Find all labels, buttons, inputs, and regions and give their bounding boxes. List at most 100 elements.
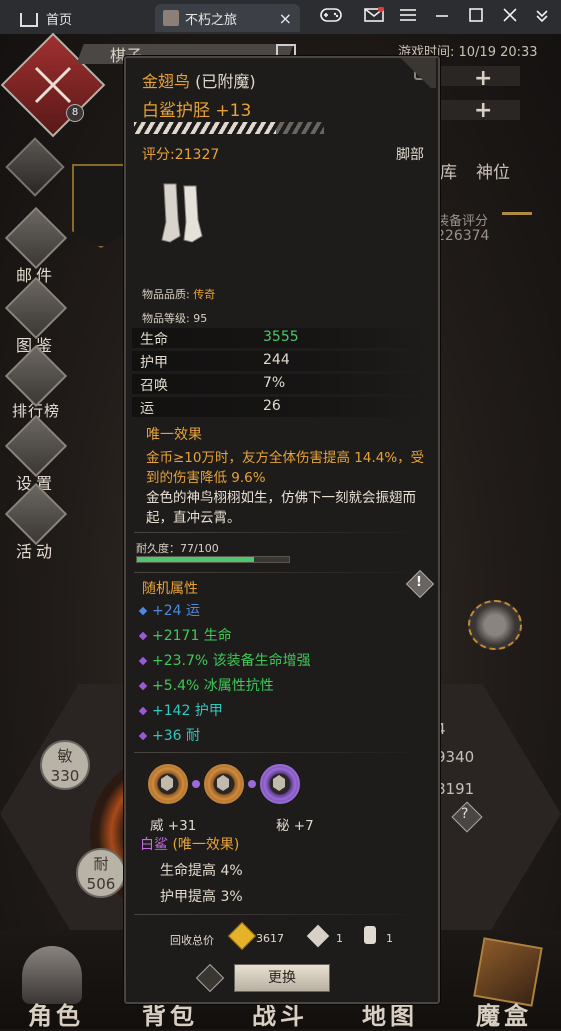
winged-emblem-icon[interactable]: [468, 600, 522, 650]
replace-button[interactable]: 更换: [234, 964, 330, 992]
stat-value: 3555: [263, 329, 299, 345]
random-attr-title: 随机属性: [142, 581, 198, 597]
stat-name: 召唤: [140, 378, 168, 394]
side-diamond-top[interactable]: [5, 137, 65, 197]
share-icon[interactable]: [195, 963, 225, 993]
banner-left: [72, 164, 130, 248]
side-events[interactable]: 活动: [4, 482, 68, 562]
replace-button-label: 更换: [268, 970, 296, 986]
quality-value: 传奇: [193, 288, 216, 301]
divider: [134, 914, 424, 915]
gem-socket-icon[interactable]: [204, 764, 244, 804]
divider: [134, 572, 424, 573]
activity-icon: [4, 482, 68, 546]
stat-row: 生命 3555: [132, 328, 432, 348]
nav-magicbox[interactable]: 魔盒: [476, 996, 532, 1031]
minimize-icon[interactable]: [432, 7, 452, 27]
collapse-icon[interactable]: [532, 7, 552, 27]
item-flavor-text: 金色的神鸟栩栩如生，仿佛下一刻就会振翅而起，直冲云霄。: [146, 490, 416, 526]
item-slot: 脚部: [396, 147, 424, 163]
stat-name: 运: [140, 401, 154, 417]
item-owner-line: 金翅鸟 (已附魔): [142, 68, 256, 92]
plus-icon[interactable]: +: [474, 66, 492, 91]
side-mail[interactable]: 邮件: [4, 206, 68, 286]
warning-icon-mark: !: [416, 575, 422, 590]
maximize-icon[interactable]: [466, 7, 486, 27]
recycle-label: 回收总价: [170, 934, 214, 947]
recycle-material-b: 1: [386, 932, 393, 945]
recycle-gold: 3617: [256, 932, 284, 945]
item-enchant: (已附魔): [195, 72, 256, 91]
enhance-stripes-dim: [276, 122, 324, 134]
corner-fold: [396, 58, 436, 88]
mail-icon[interactable]: [364, 6, 384, 27]
random-attr-text: +2171 生命: [152, 628, 232, 644]
gem-socket-icon[interactable]: [260, 764, 300, 804]
attr-stamina-label: 耐: [93, 855, 109, 873]
stat-value: 7%: [263, 375, 286, 391]
stat-row: 召唤 7%: [132, 374, 432, 394]
scroll-icon: [364, 926, 376, 944]
nav-character[interactable]: 角色: [28, 996, 84, 1031]
tab-shenwei[interactable]: 神位: [476, 158, 510, 183]
gem-socket-icon[interactable]: [148, 764, 188, 804]
random-attr: +36 耐: [138, 725, 200, 745]
tab-home-label: 首页: [46, 12, 73, 28]
random-attr-text: +23.7% 该装备生命增强: [152, 653, 311, 669]
random-attr: +2171 生命: [138, 625, 232, 645]
stat-row: 护甲 244: [132, 351, 432, 371]
right-value-2: 9340: [436, 748, 475, 766]
quality-line: 物品品质: 传奇: [142, 286, 215, 302]
gold-coin-icon: [227, 921, 257, 951]
gem-bonus-left: 威 +31: [150, 818, 197, 834]
random-attr: +24 运: [138, 600, 200, 620]
flag-pole: [502, 212, 532, 215]
set-suffix: (唯一效果): [172, 837, 240, 853]
random-attr-text: +36 耐: [152, 728, 200, 744]
close-window-icon[interactable]: [500, 7, 520, 27]
blue-gem-icon: [138, 606, 148, 616]
gear-icon: [4, 414, 68, 478]
quality-label: 物品品质:: [142, 288, 190, 301]
stat-value: 244: [263, 352, 290, 368]
tab-game[interactable]: 不朽之旅 ×: [155, 4, 300, 32]
purple-gem-icon: [138, 731, 148, 741]
set-name: 白鲨: [140, 837, 168, 853]
level-line: 物品等级: 95: [142, 310, 207, 326]
level-label: 物品等级:: [142, 312, 190, 325]
purple-gem-icon: [138, 631, 148, 641]
socket-link-icon: [192, 780, 200, 788]
plus-icon-2[interactable]: +: [474, 98, 492, 123]
set-bonus-2: 护甲提高 3%: [160, 889, 243, 905]
gamepad-icon[interactable]: [320, 7, 342, 27]
game-favicon: [163, 10, 179, 26]
tab-partial-ku[interactable]: 库: [440, 158, 457, 183]
attr-stamina[interactable]: 耐 506: [76, 848, 126, 898]
browser-titlebar: 首页 不朽之旅 ×: [0, 0, 561, 34]
tab-close-icon[interactable]: ×: [279, 9, 292, 28]
random-attr-text: +24 运: [152, 603, 200, 619]
random-attr-text: +5.4% 冰属性抗性: [152, 678, 274, 694]
material-icon: [306, 924, 330, 948]
attr-agility[interactable]: 敏 330: [40, 740, 90, 790]
item-name: 白鲨护胫 +13: [142, 101, 252, 121]
item-tooltip: 金翅鸟 (已附魔) 白鲨护胫 +13 评分:21327 脚部 物品品质: 传奇 …: [124, 56, 440, 1004]
random-attr-text: +142 护甲: [152, 703, 223, 719]
stat-row: 运 26: [132, 397, 432, 417]
home-icon: [20, 13, 38, 27]
durability-fill: [137, 557, 255, 562]
menu-icon[interactable]: [398, 7, 418, 27]
equip-score-label: 装备评分: [436, 214, 489, 229]
gem-bonus-right: 秘 +7: [276, 818, 314, 834]
item-score: 评分:21327: [142, 147, 220, 163]
purple-gem-icon: [138, 681, 148, 691]
envelope-icon: [4, 206, 68, 270]
purple-gem-icon: [138, 706, 148, 716]
side-ranking[interactable]: 排行榜: [4, 344, 68, 421]
tab-home[interactable]: 首页: [8, 4, 148, 32]
unique-effect-text: 金币≥10万时，友方全体伤害提高 14.4%，受到的伤害降低 9.6%: [146, 450, 425, 486]
stat-value: 26: [263, 398, 281, 414]
purple-gem-icon: [138, 656, 148, 666]
set-bonus-1: 生命提高 4%: [160, 863, 243, 879]
ranking-icon: [4, 344, 68, 408]
